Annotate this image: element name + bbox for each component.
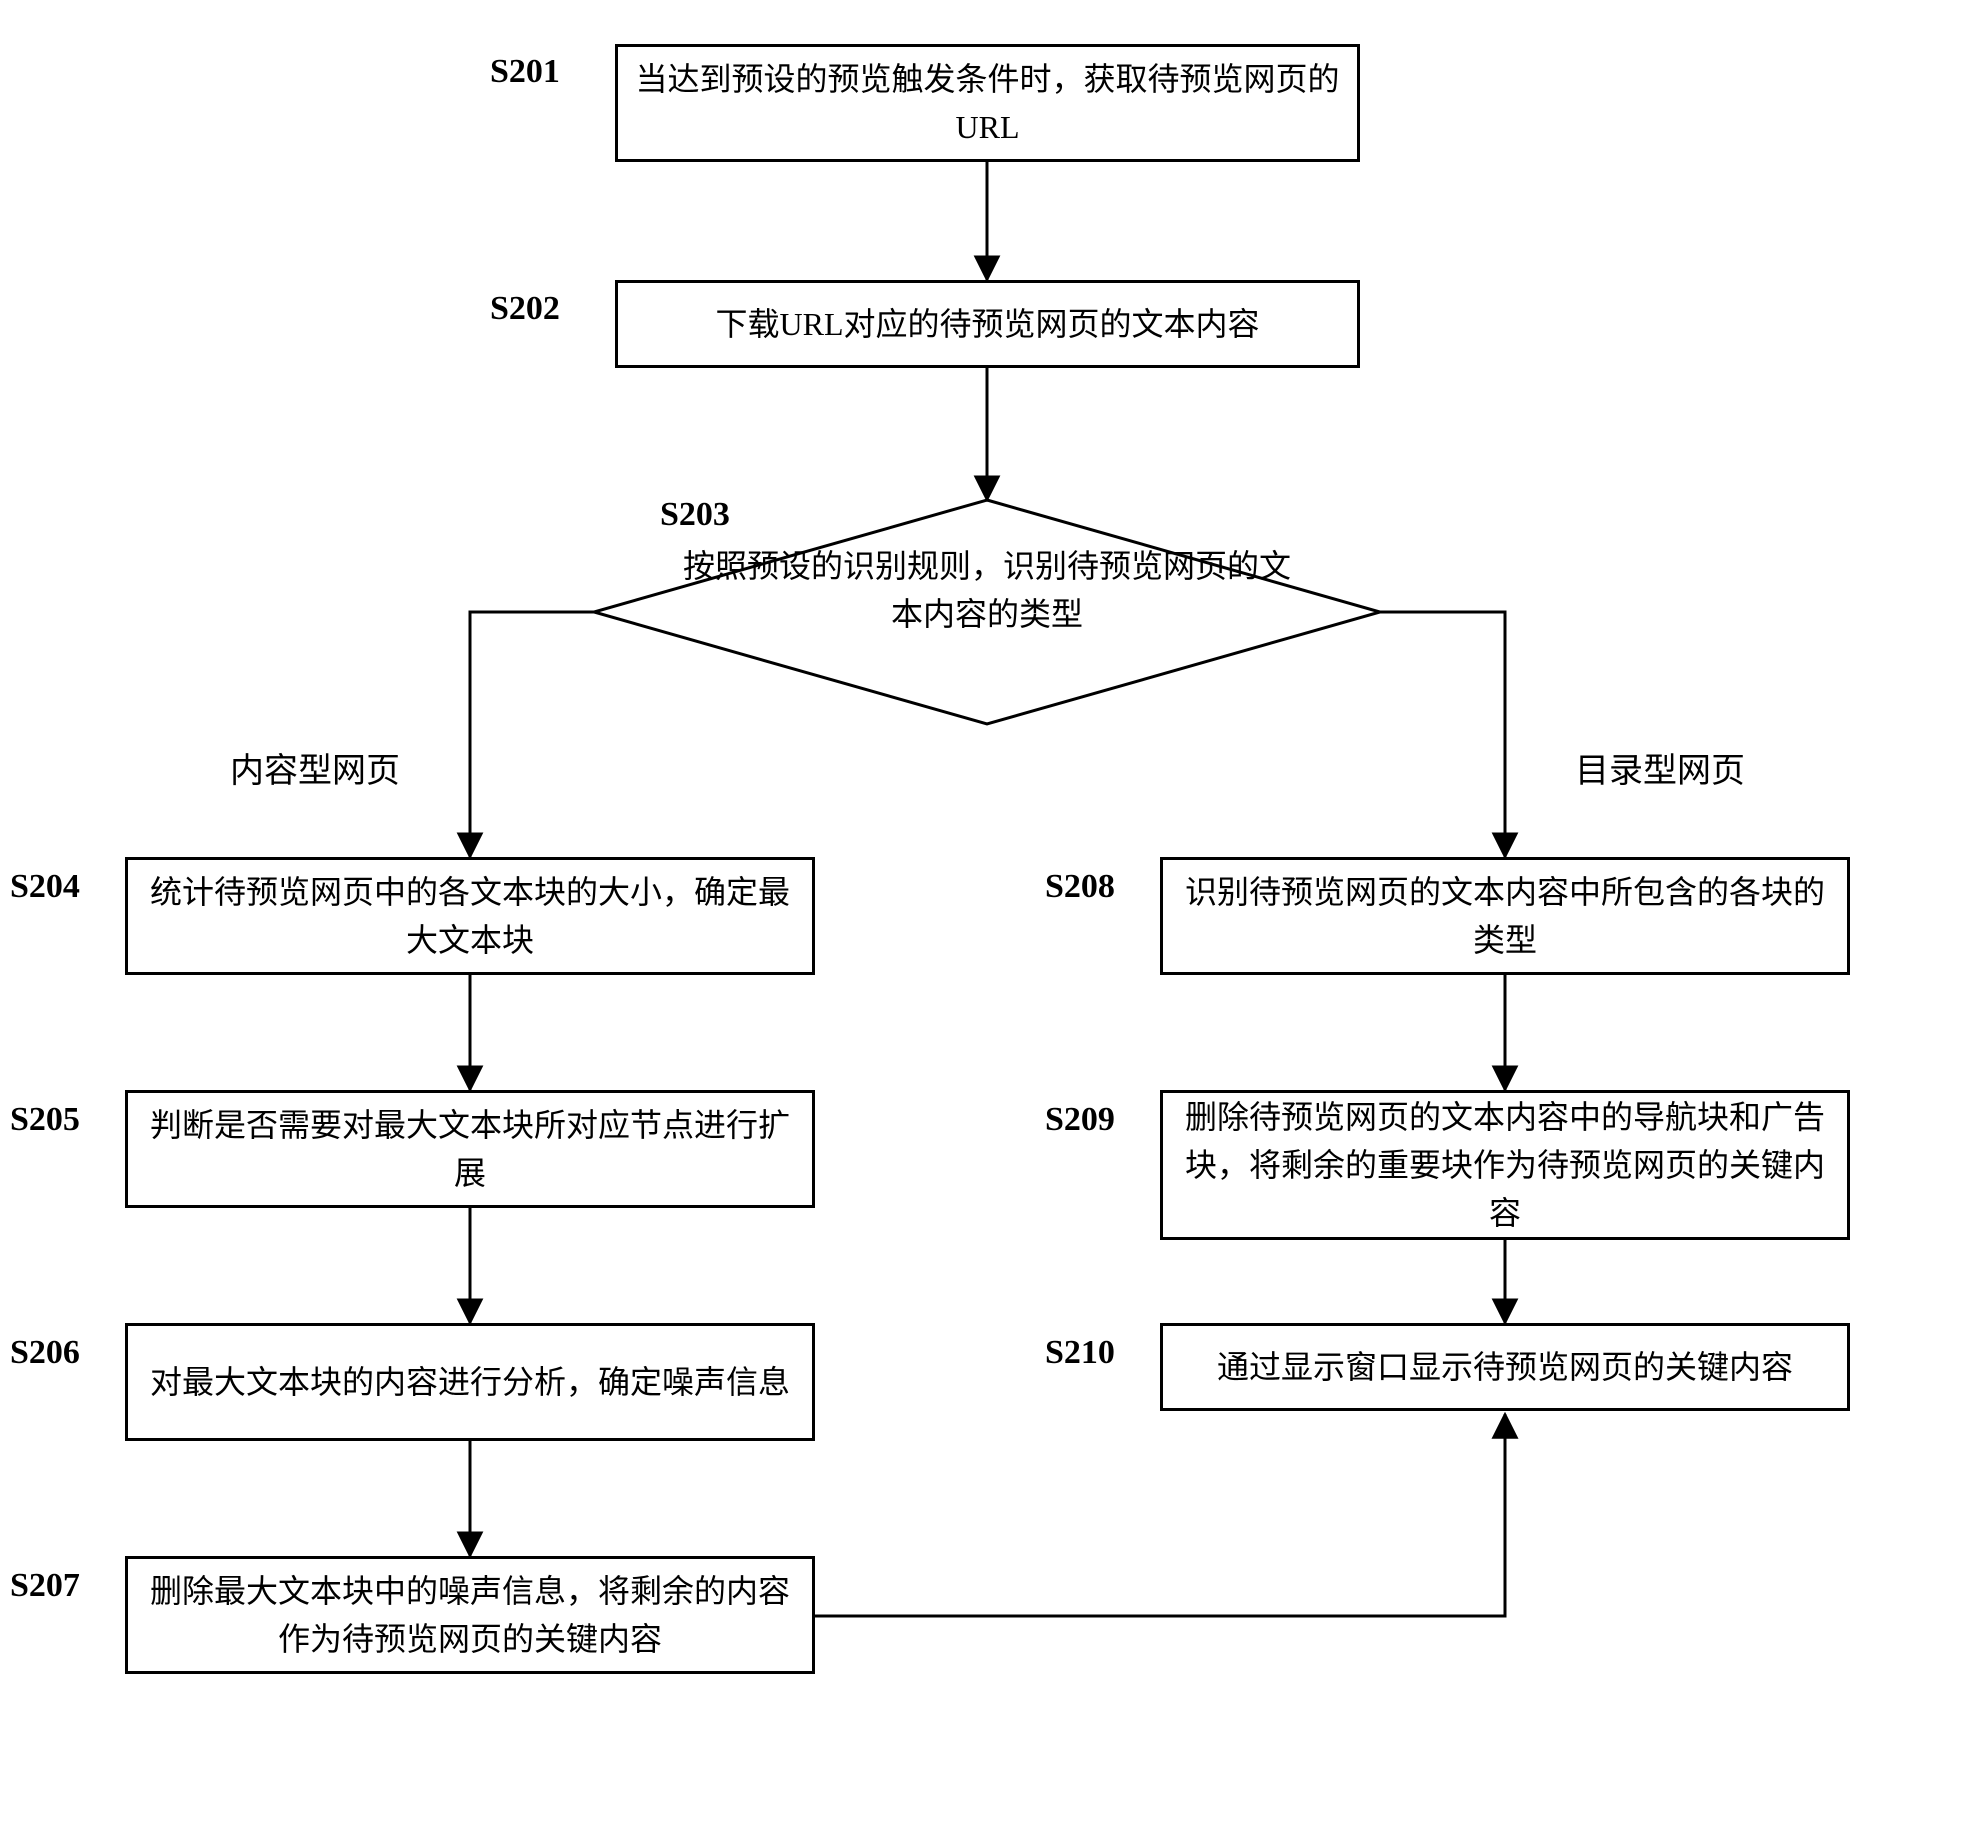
step-label-s203: S203 [660,498,730,532]
step-text-s202: 下载URL对应的待预览网页的文本内容 [715,300,1259,348]
step-box-s209: 删除待预览网页的文本内容中的导航块和广告块，将剩余的重要块作为待预览网页的关键内… [1160,1090,1850,1240]
step-box-s208: 识别待预览网页的文本内容中所包含的各块的类型 [1160,857,1850,975]
flowchart: S201 当达到预设的预览触发条件时，获取待预览网页的URL S202 下载UR… [0,0,1974,1844]
step-label-s206: S206 [10,1336,80,1370]
step-text-s201: 当达到预设的预览触发条件时，获取待预览网页的URL [628,55,1347,151]
step-text-s209: 删除待预览网页的文本内容中的导航块和广告块，将剩余的重要块作为待预览网页的关键内… [1173,1093,1837,1237]
step-label-s205: S205 [10,1103,80,1137]
step-text-s203: 按照预设的识别规则，识别待预览网页的文本内容的类型 [683,548,1291,632]
branch-left-label: 内容型网页 [230,755,400,789]
step-label-s209: S209 [1045,1103,1115,1137]
step-text-s203-container: 按照预设的识别规则，识别待预览网页的文本内容的类型 [677,542,1297,638]
step-label-s202: S202 [490,292,560,326]
step-text-s205: 判断是否需要对最大文本块所对应节点进行扩展 [138,1101,802,1197]
step-label-s201: S201 [490,55,560,89]
step-box-s201: 当达到预设的预览触发条件时，获取待预览网页的URL [615,44,1360,162]
step-text-s208: 识别待预览网页的文本内容中所包含的各块的类型 [1173,868,1837,964]
step-box-s210: 通过显示窗口显示待预览网页的关键内容 [1160,1323,1850,1411]
step-text-s207: 删除最大文本块中的噪声信息，将剩余的内容作为待预览网页的关键内容 [138,1567,802,1663]
step-box-s204: 统计待预览网页中的各文本块的大小，确定最大文本块 [125,857,815,975]
step-label-s204: S204 [10,870,80,904]
step-box-s202: 下载URL对应的待预览网页的文本内容 [615,280,1360,368]
step-box-s207: 删除最大文本块中的噪声信息，将剩余的内容作为待预览网页的关键内容 [125,1556,815,1674]
step-text-s210: 通过显示窗口显示待预览网页的关键内容 [1217,1343,1793,1391]
branch-right-label: 目录型网页 [1575,755,1745,789]
step-label-s207: S207 [10,1569,80,1603]
step-box-s206: 对最大文本块的内容进行分析，确定噪声信息 [125,1323,815,1441]
step-text-s204: 统计待预览网页中的各文本块的大小，确定最大文本块 [138,868,802,964]
step-text-s206: 对最大文本块的内容进行分析，确定噪声信息 [150,1358,790,1406]
step-label-s210: S210 [1045,1336,1115,1370]
step-label-s208: S208 [1045,870,1115,904]
step-box-s205: 判断是否需要对最大文本块所对应节点进行扩展 [125,1090,815,1208]
